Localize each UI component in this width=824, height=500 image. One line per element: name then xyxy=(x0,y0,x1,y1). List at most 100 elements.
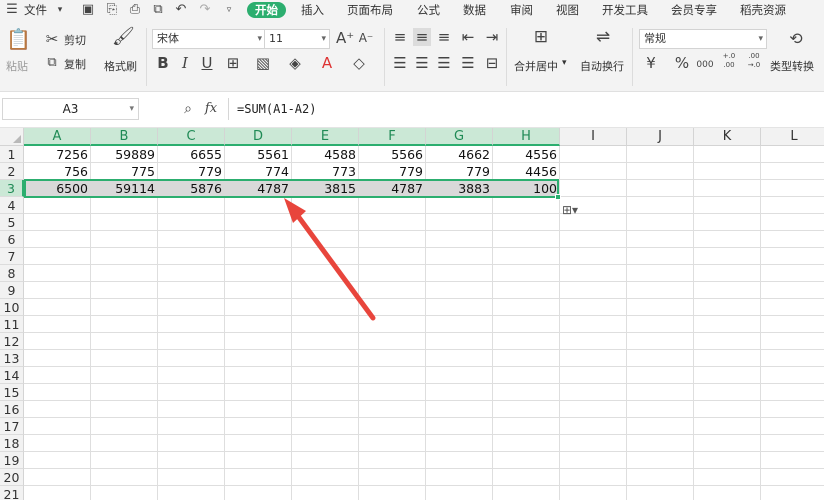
cell-b2[interactable]: 775 xyxy=(91,163,158,180)
row-header-7[interactable]: 7 xyxy=(0,248,24,265)
tab-page-layout[interactable]: 页面布局 xyxy=(347,2,393,18)
row-header-14[interactable]: 14 xyxy=(0,367,24,384)
tab-data[interactable]: 数据 xyxy=(463,2,486,18)
decrease-decimal-button[interactable]: .00 →.0 xyxy=(743,52,765,70)
column-header-i[interactable]: I xyxy=(560,128,627,146)
paste-options-icon[interactable]: ⊞▾ xyxy=(562,203,578,217)
row-header-2[interactable]: 2 xyxy=(0,163,24,180)
font-color-icon[interactable]: A xyxy=(318,54,336,72)
cell-e2[interactable]: 773 xyxy=(292,163,359,180)
fill-handle[interactable] xyxy=(555,194,561,200)
tab-home[interactable]: 开始 xyxy=(247,2,286,18)
row-header-20[interactable]: 20 xyxy=(0,469,24,486)
underline-icon[interactable]: U xyxy=(200,54,214,72)
decrease-font-icon[interactable]: A⁻ xyxy=(358,29,374,47)
row-header-4[interactable]: 4 xyxy=(0,197,24,214)
column-header-j[interactable]: J xyxy=(627,128,694,146)
cell-c1[interactable]: 6655 xyxy=(158,146,225,163)
type-convert-button[interactable]: 类型转换 xyxy=(770,58,814,74)
bold-icon[interactable]: B xyxy=(156,54,170,72)
column-header-f[interactable]: F xyxy=(359,128,426,146)
tab-review[interactable]: 审阅 xyxy=(510,2,533,18)
copy-button[interactable]: 复制 xyxy=(64,56,86,72)
increase-font-icon[interactable]: A⁺ xyxy=(336,29,354,47)
row-header-1[interactable]: 1 xyxy=(0,146,24,163)
justify-icon[interactable]: ☰ xyxy=(460,54,476,72)
hamburger-menu-icon[interactable]: ☰ xyxy=(4,2,20,18)
column-header-a[interactable]: A xyxy=(24,128,91,146)
paste-icon[interactable]: 📋 xyxy=(6,29,31,49)
cell-g2[interactable]: 779 xyxy=(426,163,493,180)
merge-center-icon[interactable]: ⊞ xyxy=(530,28,552,46)
fx-icon[interactable]: fx xyxy=(202,100,220,118)
cell-d1[interactable]: 5561 xyxy=(225,146,292,163)
cell-a2[interactable]: 756 xyxy=(24,163,91,180)
tab-docer-resources[interactable]: 稻壳资源 xyxy=(740,2,786,18)
column-header-k[interactable]: K xyxy=(694,128,761,146)
file-menu[interactable]: 文件 xyxy=(24,2,47,18)
cell-h2[interactable]: 4456 xyxy=(493,163,560,180)
chevron-down-icon[interactable]: ▾ xyxy=(562,58,567,68)
row-header-18[interactable]: 18 xyxy=(0,435,24,452)
select-all-corner[interactable] xyxy=(0,128,24,146)
align-center-icon[interactable]: ☰ xyxy=(414,54,430,72)
row-header-13[interactable]: 13 xyxy=(0,350,24,367)
align-top-icon[interactable]: ≡ xyxy=(392,28,408,46)
row-header-21[interactable]: 21 xyxy=(0,486,24,500)
cut-button[interactable]: 剪切 xyxy=(64,32,86,48)
font-name-select[interactable]: 宋体 ▾ xyxy=(152,29,266,49)
font-size-select[interactable]: 11 ▾ xyxy=(264,29,330,49)
border-icon[interactable]: ⊞ xyxy=(224,54,242,72)
row-header-19[interactable]: 19 xyxy=(0,452,24,469)
name-box[interactable]: A3 ▾ xyxy=(2,98,139,120)
print-icon[interactable]: ⎙ xyxy=(127,2,143,18)
wrap-text-button[interactable]: 自动换行 xyxy=(580,58,624,74)
undo-icon[interactable]: ↶ xyxy=(173,2,189,18)
cell-d2[interactable]: 774 xyxy=(225,163,292,180)
row-header-15[interactable]: 15 xyxy=(0,384,24,401)
export-pdf-icon[interactable]: ⎘ xyxy=(104,2,120,18)
customize-dropdown-icon[interactable]: ▿ xyxy=(221,2,237,18)
row-header-5[interactable]: 5 xyxy=(0,214,24,231)
row-header-10[interactable]: 10 xyxy=(0,299,24,316)
column-header-l[interactable]: L xyxy=(761,128,824,146)
align-bottom-icon[interactable]: ≡ xyxy=(436,28,452,46)
percent-button[interactable]: % xyxy=(674,54,690,72)
number-format-select[interactable]: 常规 ▾ xyxy=(639,29,767,49)
tab-view[interactable]: 视图 xyxy=(556,2,579,18)
tab-insert[interactable]: 插入 xyxy=(301,2,324,18)
align-left-icon[interactable]: ☰ xyxy=(392,54,408,72)
distributed-align-icon[interactable]: ⊟ xyxy=(484,54,500,72)
cell-e1[interactable]: 4588 xyxy=(292,146,359,163)
cell-h1[interactable]: 4556 xyxy=(493,146,560,163)
copy-icon[interactable]: ⧉ xyxy=(44,54,60,72)
indent-increase-icon[interactable]: ⇥ xyxy=(484,28,500,46)
format-painter-button[interactable]: 格式刷 xyxy=(104,58,137,74)
column-header-c[interactable]: C xyxy=(158,128,225,146)
clear-format-icon[interactable]: ◇ xyxy=(350,54,368,72)
column-header-g[interactable]: G xyxy=(426,128,493,146)
row-header-3[interactable]: 3 xyxy=(0,180,24,197)
row-header-11[interactable]: 11 xyxy=(0,316,24,333)
column-header-h[interactable]: H xyxy=(493,128,560,146)
row-header-12[interactable]: 12 xyxy=(0,333,24,350)
tab-formulas[interactable]: 公式 xyxy=(417,2,440,18)
align-middle-icon[interactable]: ≡ xyxy=(413,28,431,46)
cell-b1[interactable]: 59889 xyxy=(91,146,158,163)
tab-member[interactable]: 会员专享 xyxy=(671,2,717,18)
chevron-down-icon[interactable]: ▾ xyxy=(52,2,68,18)
italic-icon[interactable]: I xyxy=(178,54,192,72)
cell-style-icon[interactable]: ▧ xyxy=(254,54,272,72)
tab-developer[interactable]: 开发工具 xyxy=(602,2,648,18)
print-preview-icon[interactable]: ⧉ xyxy=(150,2,166,18)
cell-f1[interactable]: 5566 xyxy=(359,146,426,163)
thousands-separator-button[interactable]: 000 xyxy=(695,56,715,74)
row-header-6[interactable]: 6 xyxy=(0,231,24,248)
cell-c2[interactable]: 779 xyxy=(158,163,225,180)
column-header-b[interactable]: B xyxy=(91,128,158,146)
column-header-d[interactable]: D xyxy=(225,128,292,146)
fill-color-icon[interactable]: ◈ xyxy=(286,54,304,72)
cell-a1[interactable]: 7256 xyxy=(24,146,91,163)
paste-button[interactable]: 粘贴 xyxy=(6,58,28,74)
save-icon[interactable]: ▣ xyxy=(80,2,96,18)
